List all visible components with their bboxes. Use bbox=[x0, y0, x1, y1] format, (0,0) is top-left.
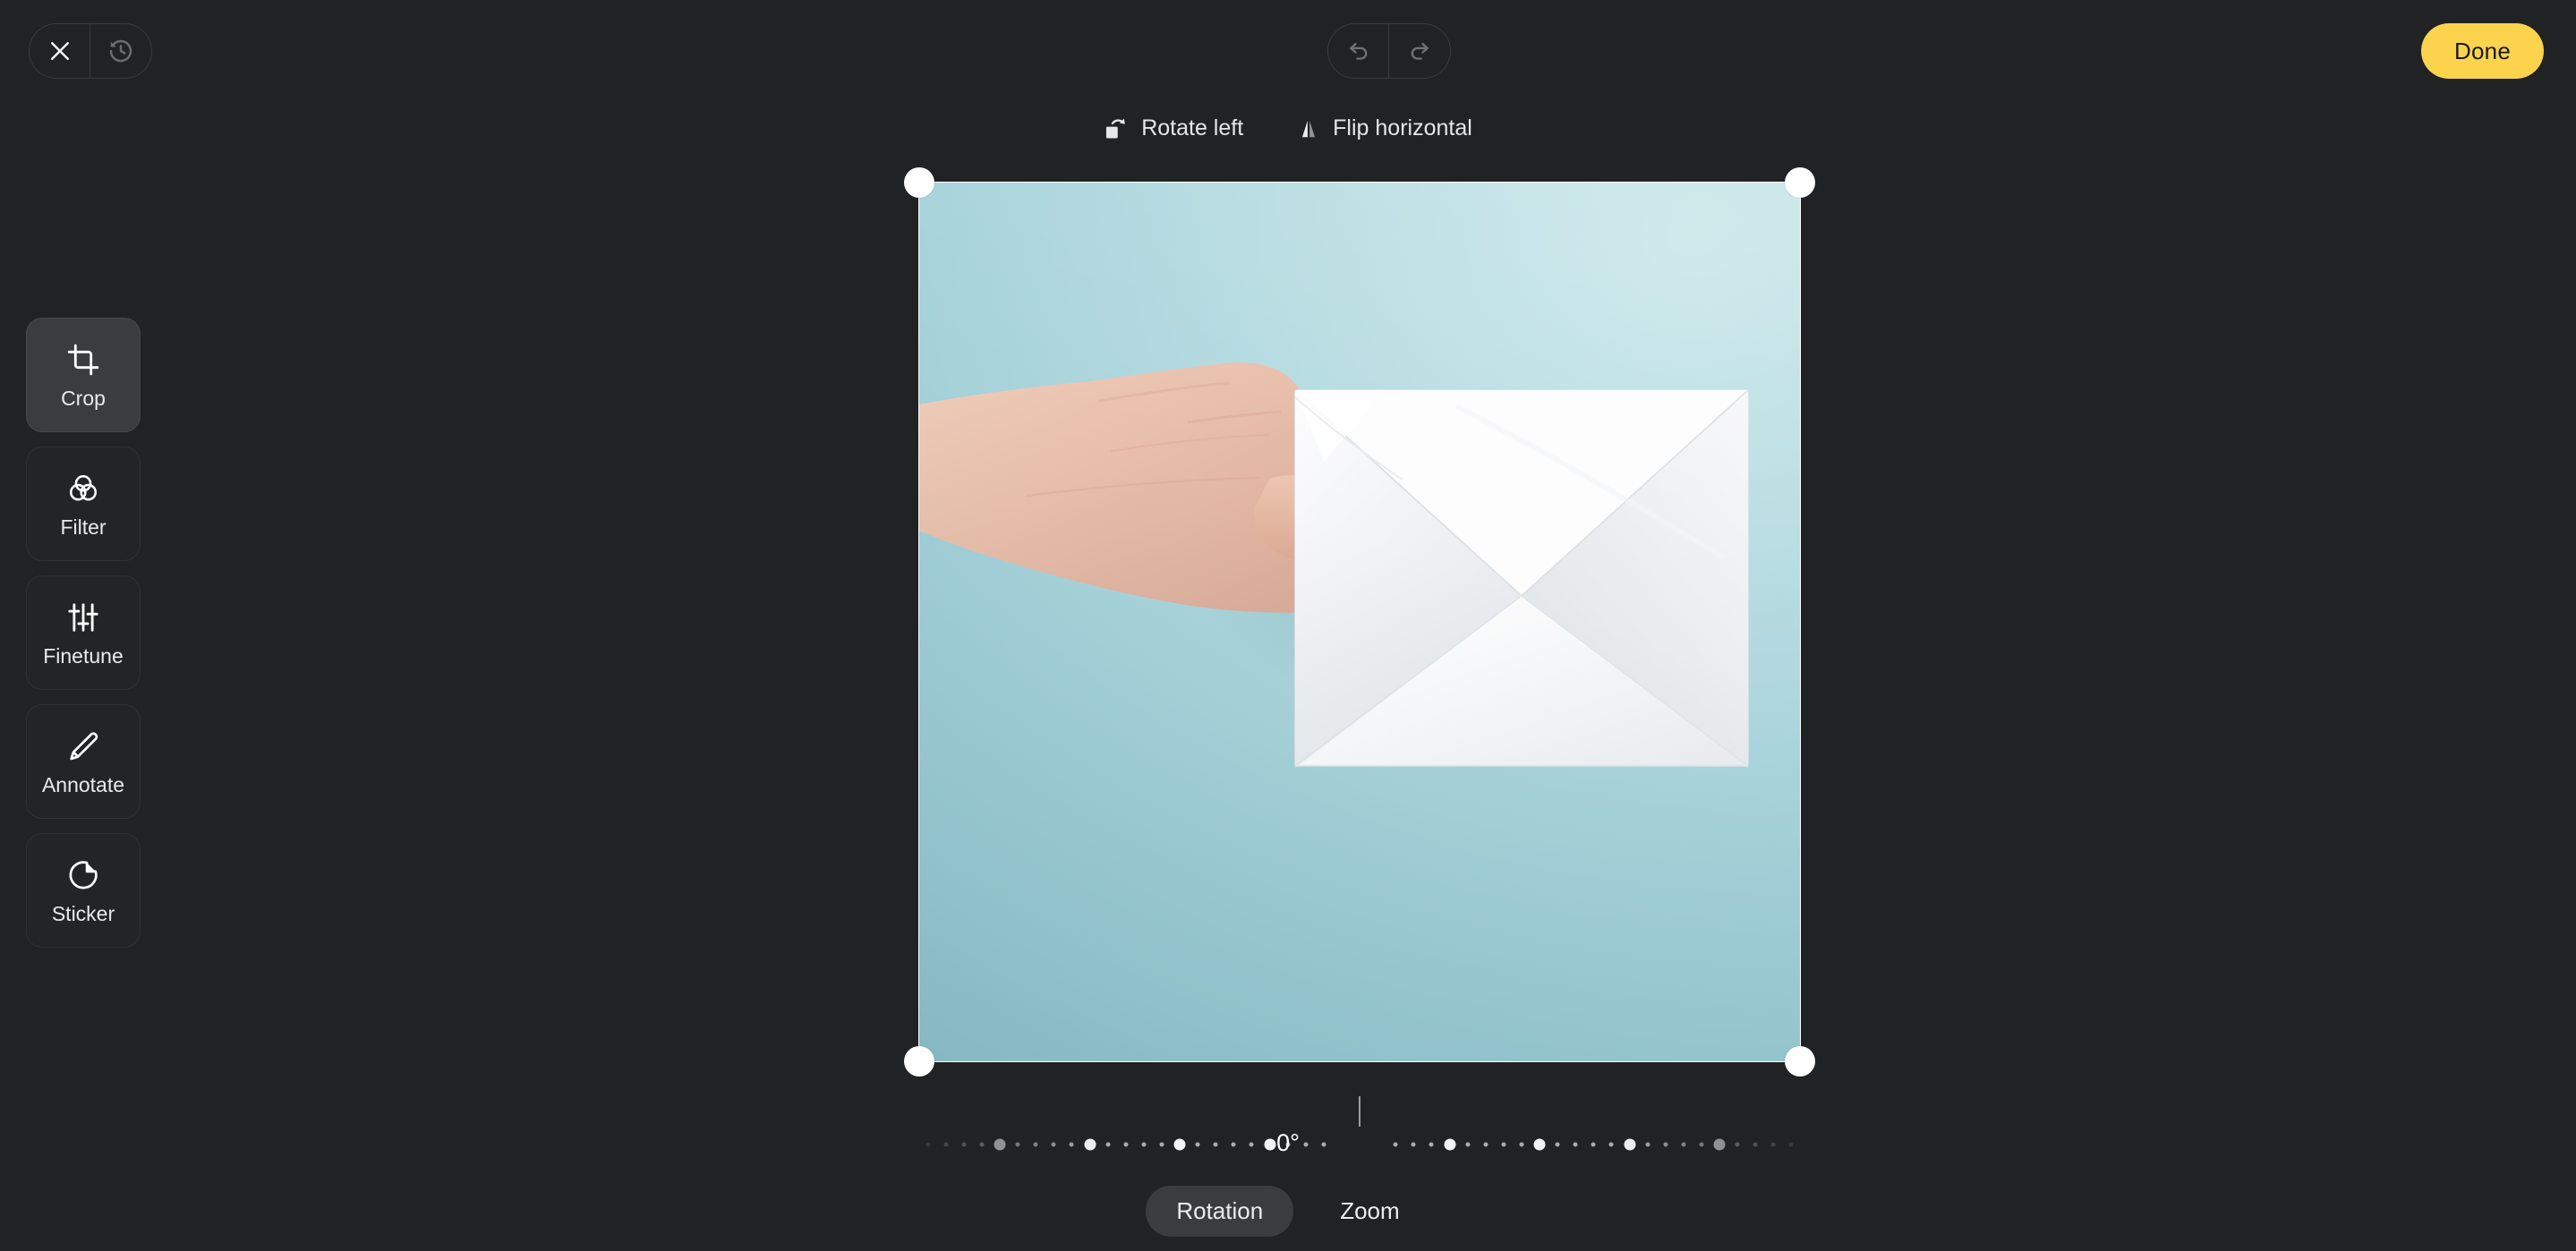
rotation-tick bbox=[1444, 1138, 1455, 1151]
tool-sticker[interactable]: Sticker bbox=[26, 833, 141, 948]
rotation-tick bbox=[994, 1138, 1006, 1151]
rotation-tick bbox=[1141, 1142, 1147, 1147]
rotation-tick bbox=[925, 1142, 931, 1147]
tab-rotation[interactable]: Rotation bbox=[1146, 1186, 1294, 1237]
rotate-left-button[interactable]: Rotate left bbox=[1098, 112, 1249, 145]
rotate-left-label: Rotate left bbox=[1141, 115, 1244, 140]
rotation-tick bbox=[1591, 1142, 1596, 1147]
tool-annotate[interactable]: Annotate bbox=[26, 704, 141, 819]
close-button[interactable] bbox=[30, 24, 90, 78]
rotation-tick bbox=[1015, 1142, 1020, 1147]
crop-handle-top-right[interactable] bbox=[1785, 167, 1815, 198]
rotation-tick bbox=[1393, 1142, 1398, 1147]
rotation-tick bbox=[1303, 1142, 1309, 1147]
rotation-tick bbox=[961, 1142, 967, 1147]
redo-button[interactable] bbox=[1389, 24, 1450, 78]
crop-icon bbox=[66, 341, 100, 379]
rotation-tick bbox=[1465, 1142, 1471, 1147]
transform-toolbar: Rotate left Flip horizontal bbox=[0, 112, 2576, 145]
rotation-tick bbox=[1501, 1142, 1506, 1147]
rotation-tick bbox=[1231, 1142, 1236, 1147]
rotation-tick bbox=[1699, 1142, 1704, 1147]
rotation-tick bbox=[1645, 1142, 1651, 1147]
rotation-tick bbox=[1123, 1142, 1129, 1147]
tool-sticker-label: Sticker bbox=[51, 902, 115, 925]
tool-finetune[interactable]: Finetune bbox=[26, 575, 141, 690]
flip-horizontal-label: Flip horizontal bbox=[1333, 115, 1472, 140]
finetune-icon bbox=[66, 599, 100, 636]
tool-filter-label: Filter bbox=[60, 515, 107, 539]
rotation-tick bbox=[1555, 1142, 1560, 1147]
rotation-tick bbox=[1084, 1138, 1096, 1151]
done-button[interactable]: Done bbox=[2421, 23, 2544, 79]
rotation-tick bbox=[1735, 1142, 1740, 1147]
crop-frame[interactable] bbox=[904, 167, 1815, 1077]
rotation-tick bbox=[1608, 1142, 1614, 1147]
bottom-tab-bar: Rotation Zoom bbox=[0, 1186, 2576, 1237]
rotation-tick bbox=[943, 1142, 949, 1147]
rotation-tick bbox=[1519, 1142, 1524, 1147]
tab-zoom[interactable]: Zoom bbox=[1309, 1186, 1429, 1237]
undo-button[interactable] bbox=[1328, 24, 1389, 78]
rotation-tick bbox=[1249, 1142, 1254, 1147]
rotation-tick bbox=[1483, 1142, 1488, 1147]
rotation-tick bbox=[1753, 1142, 1758, 1147]
rotation-center-tick bbox=[1359, 1096, 1361, 1127]
rotation-tick bbox=[1051, 1142, 1056, 1147]
rotation-tick bbox=[1624, 1138, 1635, 1151]
rotation-tick bbox=[1173, 1138, 1186, 1151]
rotation-tick bbox=[1285, 1142, 1291, 1147]
crop-handle-bottom-right[interactable] bbox=[1785, 1046, 1815, 1077]
tool-finetune-label: Finetune bbox=[43, 644, 124, 668]
annotate-icon bbox=[66, 728, 100, 765]
rotate-left-icon bbox=[1104, 116, 1129, 141]
revert-history-button[interactable] bbox=[90, 24, 151, 78]
tool-rail: Crop Filter Finetune Annotate Sticker bbox=[26, 318, 141, 948]
rotation-tick bbox=[1681, 1142, 1686, 1147]
history-clock-icon bbox=[107, 38, 134, 64]
rotation-tick bbox=[1033, 1142, 1038, 1147]
rotation-tick bbox=[1533, 1138, 1546, 1151]
crop-handle-bottom-left[interactable] bbox=[904, 1046, 934, 1077]
rotation-tick bbox=[1713, 1138, 1726, 1151]
sticker-icon bbox=[66, 856, 100, 894]
tool-crop[interactable]: Crop bbox=[26, 318, 141, 432]
rotation-tick bbox=[1213, 1142, 1218, 1147]
close-icon bbox=[47, 38, 73, 64]
tool-filter[interactable]: Filter bbox=[26, 447, 141, 561]
rotation-tick bbox=[1663, 1142, 1668, 1147]
editor-image bbox=[919, 183, 1800, 1061]
close-history-group bbox=[29, 23, 152, 79]
rotation-slider[interactable]: 0° bbox=[0, 1096, 2576, 1163]
rotation-tick bbox=[1264, 1138, 1275, 1151]
rotation-tick bbox=[1573, 1142, 1578, 1147]
crop-handle-top-left[interactable] bbox=[904, 167, 934, 198]
tool-crop-label: Crop bbox=[61, 387, 106, 410]
filter-icon bbox=[66, 470, 100, 507]
rotation-tick bbox=[979, 1142, 985, 1147]
rotation-tick bbox=[1411, 1142, 1416, 1147]
rotation-tick bbox=[1429, 1142, 1434, 1147]
undo-icon bbox=[1346, 37, 1371, 66]
rotation-tick bbox=[1195, 1142, 1200, 1147]
rotation-tick bbox=[1159, 1142, 1164, 1147]
rotation-tick bbox=[1105, 1142, 1111, 1147]
flip-horizontal-button[interactable]: Flip horizontal bbox=[1292, 112, 1478, 145]
rotation-tick bbox=[1770, 1142, 1776, 1147]
undo-redo-group bbox=[1327, 23, 1451, 79]
tool-annotate-label: Annotate bbox=[41, 773, 125, 796]
redo-icon bbox=[1407, 37, 1432, 66]
rotation-ruler-dots bbox=[0, 1135, 2576, 1154]
flip-horizontal-icon bbox=[1297, 117, 1320, 140]
image-editor-window: Done Rotate left Flip horizontal Crop Fi… bbox=[0, 0, 2576, 1251]
rotation-tick bbox=[1788, 1142, 1794, 1147]
rotation-tick bbox=[1321, 1142, 1326, 1147]
rotation-tick bbox=[1069, 1142, 1074, 1147]
